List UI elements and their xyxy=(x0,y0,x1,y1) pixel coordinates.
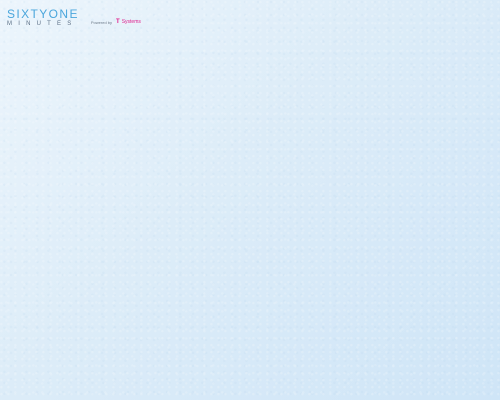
powered-by: Powered by T Systems xyxy=(91,19,141,25)
logo-title: SIXTYONE xyxy=(7,7,79,21)
sixtyone-minutes-logo[interactable]: SIXTYONE MINUTES xyxy=(7,8,79,27)
powered-by-label: Powered by xyxy=(90,19,113,25)
header: SIXTYONE MINUTES Powered by T Systems xyxy=(7,8,141,27)
logo-subtitle: MINUTES xyxy=(7,21,78,27)
brand-name: Systems xyxy=(121,19,141,25)
t-logo-icon: T xyxy=(116,19,120,25)
background-texture xyxy=(0,0,500,400)
